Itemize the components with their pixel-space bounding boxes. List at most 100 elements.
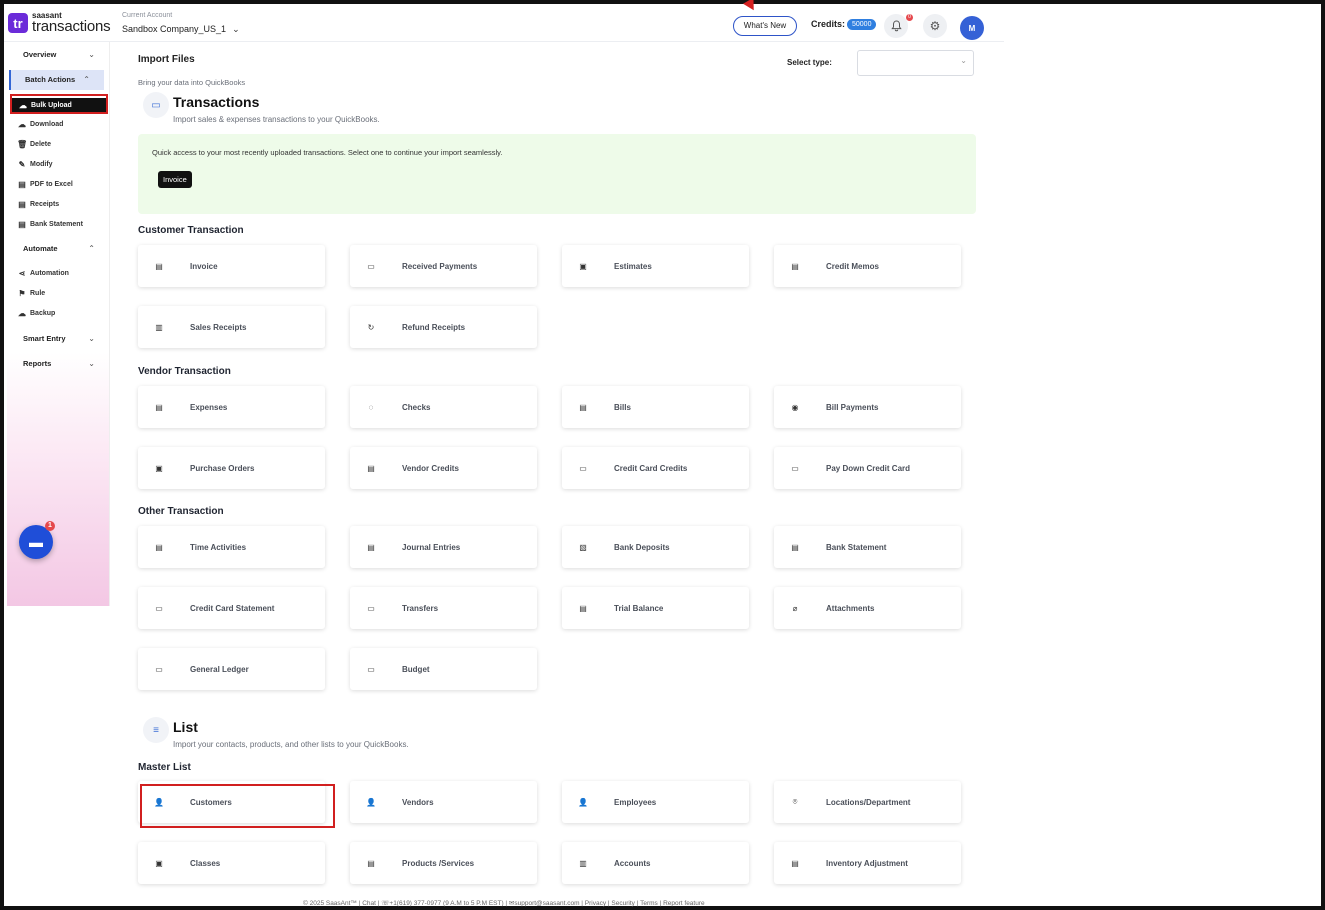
card-label: Budget xyxy=(402,664,430,674)
select-type-label: Select type: xyxy=(787,58,832,67)
sidebar-item-label: Bank Statement xyxy=(30,220,83,228)
page-subtitle: Bring your data into QuickBooks xyxy=(138,78,246,87)
chat-icon: ▬ xyxy=(29,534,43,550)
sidebar-item-label: Automation xyxy=(30,269,69,277)
time-icon: ▤ xyxy=(155,542,163,552)
refund-icon: ↻ xyxy=(367,322,375,332)
document-icon: ▤ xyxy=(18,179,26,189)
card-credit-card-credits[interactable]: ▭ Credit Card Credits xyxy=(562,447,749,489)
estimate-icon: ▣ xyxy=(579,261,587,271)
card-bill-payments[interactable]: ◉ Bill Payments xyxy=(774,386,961,428)
credit-card-icon: ▭ xyxy=(579,463,587,473)
logo-mark: tr xyxy=(8,13,28,33)
logo-product: transactions xyxy=(32,18,111,35)
sidebar-section-smart-entry[interactable]: Smart Entry ⌄ xyxy=(7,329,109,349)
card-label: Estimates xyxy=(614,261,652,271)
sidebar-item-modify[interactable]: ✎ Modify xyxy=(17,156,53,172)
card-label: Inventory Adjustment xyxy=(826,858,908,868)
chevron-down-icon[interactable]: ⌄ xyxy=(232,24,240,34)
app-logo[interactable]: tr saasant transactions xyxy=(8,12,111,35)
card-trial-balance[interactable]: ▤ Trial Balance xyxy=(562,587,749,629)
group-title-vendor-transaction: Vendor Transaction xyxy=(138,366,231,377)
card-label: Trial Balance xyxy=(614,603,664,613)
card-general-ledger[interactable]: ▭ General Ledger xyxy=(138,648,325,690)
sidebar-item-receipts[interactable]: ▤ Receipts xyxy=(17,196,59,212)
card-vendors[interactable]: 👤 Vendors xyxy=(350,781,537,823)
check-icon: ◌ xyxy=(368,402,374,412)
vendor-credit-icon: ▤ xyxy=(367,463,375,473)
card-refund-receipts[interactable]: ↻ Refund Receipts xyxy=(350,306,537,348)
card-bills[interactable]: ▤ Bills xyxy=(562,386,749,428)
card-credit-memos[interactable]: ▤ Credit Memos xyxy=(774,245,961,287)
document-icon: ▤ xyxy=(18,219,26,229)
journal-icon: ▤ xyxy=(367,542,375,552)
card-checks[interactable]: ◌ Checks xyxy=(350,386,537,428)
card-locations-department[interactable]: ⌾ Locations/Department xyxy=(774,781,961,823)
sidebar-item-backup[interactable]: ☁ Backup xyxy=(17,305,55,321)
settings-gear-icon[interactable]: ⚙ xyxy=(923,14,947,38)
deposit-icon: ▧ xyxy=(579,542,587,552)
select-type-dropdown[interactable]: ⌄ xyxy=(857,50,974,76)
sidebar-item-delete[interactable]: 🗑 Delete xyxy=(17,136,51,152)
sidebar-item-download[interactable]: ☁ Download xyxy=(17,116,63,132)
chevron-down-icon: ⌄ xyxy=(88,334,95,343)
transactions-desc: Import sales & expenses transactions to … xyxy=(173,115,380,124)
card-time-activities[interactable]: ▤ Time Activities xyxy=(138,526,325,568)
card-inventory-adjustment[interactable]: ▤ Inventory Adjustment xyxy=(774,842,961,884)
card-products-services[interactable]: ▤ Products /Services xyxy=(350,842,537,884)
sidebar-item-automation[interactable]: ⋖ Automation xyxy=(17,265,69,281)
credits-badge: 50000 xyxy=(847,19,877,30)
card-bank-statement[interactable]: ▤ Bank Statement xyxy=(774,526,961,568)
card-received-payments[interactable]: ▭ Received Payments xyxy=(350,245,537,287)
sidebar-section-batch-actions[interactable]: Batch Actions ⌃ xyxy=(9,70,104,90)
card-sales-receipts[interactable]: ▥ Sales Receipts xyxy=(138,306,325,348)
card-label: Bank Statement xyxy=(826,542,887,552)
credits-label: Credits: xyxy=(811,19,846,29)
card-employees[interactable]: 👤 Employees xyxy=(562,781,749,823)
card-transfers[interactable]: ▭ Transfers xyxy=(350,587,537,629)
card-pay-down-credit-card[interactable]: ▭ Pay Down Credit Card xyxy=(774,447,961,489)
sidebar-item-label: Delete xyxy=(30,140,52,148)
sidebar-item-pdf-to-excel[interactable]: ▤ PDF to Excel xyxy=(17,176,73,192)
ledger-icon: ▭ xyxy=(155,664,163,674)
card-classes[interactable]: ▣ Classes xyxy=(138,842,325,884)
card-attachments[interactable]: ⌀ Attachments xyxy=(774,587,961,629)
card-vendor-credits[interactable]: ▤ Vendor Credits xyxy=(350,447,537,489)
card-label: Credit Memos xyxy=(826,261,879,271)
card-estimates[interactable]: ▣ Estimates xyxy=(562,245,749,287)
bill-payment-icon: ◉ xyxy=(791,402,799,412)
card-purchase-orders[interactable]: ▣ Purchase Orders xyxy=(138,447,325,489)
card-accounts[interactable]: ▥ Accounts xyxy=(562,842,749,884)
sidebar-item-label: Modify xyxy=(30,160,53,168)
top-bar: tr saasant transactions Current Account … xyxy=(4,4,1004,42)
card-credit-card-statement[interactable]: ▭ Credit Card Statement xyxy=(138,587,325,629)
card-journal-entries[interactable]: ▤ Journal Entries xyxy=(350,526,537,568)
sidebar-section-label: Overview xyxy=(23,50,57,59)
chat-badge: 1 xyxy=(45,521,55,531)
card-bank-deposits[interactable]: ▧ Bank Deposits xyxy=(562,526,749,568)
card-invoice[interactable]: ▤ Invoice xyxy=(138,245,325,287)
notification-bell-icon[interactable] xyxy=(884,14,908,38)
quick-access-invoice-chip[interactable]: Invoice xyxy=(158,171,192,188)
account-switcher[interactable]: Current Account Sandbox Company_US_1 ⌄ xyxy=(122,12,240,37)
card-expenses[interactable]: ▤ Expenses xyxy=(138,386,325,428)
sidebar-section-automate[interactable]: Automate ⌃ xyxy=(7,239,109,259)
highlight-box-customers xyxy=(140,784,335,828)
location-pin-icon: ⌾ xyxy=(792,797,798,806)
sidebar-item-bank-statement[interactable]: ▤ Bank Statement xyxy=(17,216,83,232)
user-avatar[interactable]: M xyxy=(960,16,984,40)
card-label: Vendor Credits xyxy=(402,463,459,473)
card-label: Received Payments xyxy=(402,261,478,271)
card-budget[interactable]: ▭ Budget xyxy=(350,648,537,690)
page-footer: © 2025 SaasAnt™ | Chat | ☏+1(619) 377-09… xyxy=(303,900,705,907)
card-label: Bank Deposits xyxy=(614,542,670,552)
whats-new-button[interactable]: What's New xyxy=(733,16,797,36)
quick-access-text: Quick access to your most recently uploa… xyxy=(152,148,503,157)
sidebar-section-overview[interactable]: Overview ⌄ xyxy=(7,45,109,65)
sidebar-section-reports[interactable]: Reports ⌄ xyxy=(7,354,109,374)
list-desc: Import your contacts, products, and othe… xyxy=(173,740,409,749)
account-name: Sandbox Company_US_1 xyxy=(122,24,227,34)
list-icon: ≡ xyxy=(143,717,169,743)
sidebar-section-label: Smart Entry xyxy=(23,334,66,343)
sidebar-item-rule[interactable]: ⚑ Rule xyxy=(17,285,45,301)
